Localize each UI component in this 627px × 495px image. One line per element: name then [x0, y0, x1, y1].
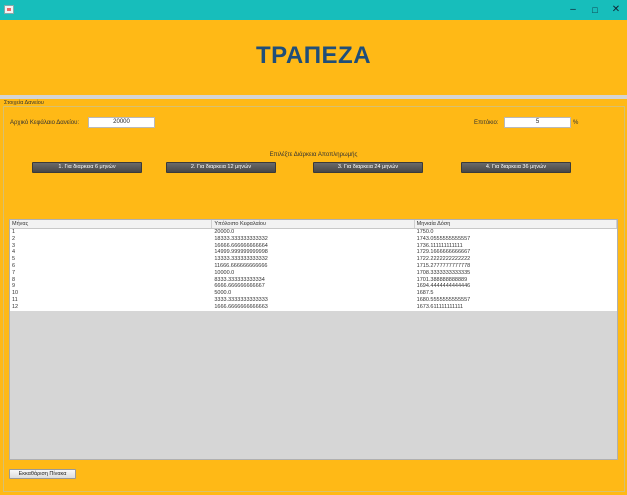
- repayment-table[interactable]: Μήνας Υπόλοιπο Κεφαλαίου Μηνιαία Δόση 12…: [9, 219, 618, 460]
- cell-month: 10: [12, 290, 19, 297]
- cell-month: 3: [12, 242, 16, 249]
- cell-month: 12: [12, 303, 19, 310]
- duration-36-button[interactable]: 4. Για διαρκεια 36 μηνών: [461, 162, 571, 173]
- window-titlebar: – □ ✕: [0, 0, 627, 20]
- panel-title: Στοιχεία Δανείου: [4, 100, 44, 106]
- cell-installment: 1673.611111111111: [416, 303, 464, 310]
- table-row[interactable]: 2 18333.333333333332 1743.0555555555557: [10, 235, 617, 243]
- table-row[interactable]: 7 10000.0 1708.3333333333335: [10, 269, 617, 277]
- cell-installment: 1722.2222222222222: [416, 256, 471, 263]
- cell-month: 11: [12, 296, 18, 303]
- cell-installment: 1743.0555555555557: [416, 235, 471, 242]
- duration-24-button[interactable]: 3. Για διαρκεια 24 μηνών: [313, 162, 423, 173]
- table-row[interactable]: 1 20000.0 1750.0: [10, 229, 617, 236]
- cell-balance: 10000.0: [214, 269, 235, 276]
- bank-title: ΤΡΑΠΕΖΑ: [255, 42, 372, 69]
- duration-12-button[interactable]: 2. Για διαρκεια 12 μηνών: [166, 162, 276, 173]
- cell-month: 1: [12, 229, 16, 235]
- rate-unit: %: [573, 120, 579, 126]
- table-row[interactable]: 12 1666.6666666666663 1673.611111111111: [10, 303, 617, 311]
- rate-label: Επιτόκιο:: [474, 120, 499, 126]
- header-panel: ΤΡΑΠΕΖΑ: [0, 20, 627, 97]
- cell-balance: 8333.333333333334: [214, 276, 265, 283]
- cell-installment: 1715.2777777777778: [416, 262, 471, 269]
- cell-balance: 14999.999999999998: [214, 249, 268, 256]
- cell-balance: 6666.666666666667: [214, 283, 265, 290]
- duration-6-button[interactable]: 1. Για διαρκεια 6 μηνών: [32, 162, 142, 173]
- app-icon: [4, 5, 14, 14]
- table-row[interactable]: 9 6666.666666666667 1694.4444444444446: [10, 283, 617, 291]
- clear-table-button[interactable]: Εκκαθάριση Πίνακα: [9, 469, 76, 479]
- column-header-installment[interactable]: Μηνιαία Δόση: [415, 220, 617, 228]
- minimize-button[interactable]: –: [566, 3, 580, 17]
- close-button[interactable]: ✕: [609, 3, 623, 17]
- rate-input[interactable]: 5: [504, 117, 571, 128]
- cell-installment: 1736.111111111111: [416, 242, 463, 249]
- table-row[interactable]: 10 5000.0 1687.5: [10, 290, 617, 297]
- cell-balance: 3333.3333333333333: [214, 296, 268, 303]
- table-row[interactable]: 5 13333.333333333332 1722.2222222222222: [10, 256, 617, 263]
- table-row[interactable]: 3 16666.666666666664 1736.111111111111: [10, 242, 617, 250]
- cell-installment: 1729.1666666666667: [416, 249, 471, 256]
- cell-month: 8: [12, 276, 16, 283]
- cell-installment: 1680.5555555555557: [416, 296, 471, 303]
- cell-month: 9: [12, 283, 16, 290]
- cell-installment: 1701.388888888889: [416, 276, 468, 283]
- capital-label: Αρχικό Κεφάλαιο Δανείου:: [10, 120, 80, 126]
- cell-balance: 16666.666666666664: [214, 242, 268, 249]
- cell-installment: 1694.4444444444446: [416, 283, 471, 290]
- table-row[interactable]: 11 3333.3333333333333 1680.5555555555557: [10, 296, 617, 304]
- cell-installment: 1687.5: [416, 290, 434, 297]
- cell-balance: 20000.0: [214, 229, 235, 235]
- cell-balance: 5000.0: [214, 290, 232, 297]
- cell-balance: 1666.6666666666663: [214, 303, 268, 310]
- table-header: Μήνας Υπόλοιπο Κεφαλαίου Μηνιαία Δόση: [10, 220, 617, 229]
- cell-installment: 1708.3333333333335: [416, 269, 471, 276]
- cell-installment: 1750.0: [416, 229, 434, 235]
- column-header-month[interactable]: Μήνας: [10, 220, 213, 228]
- table-row[interactable]: 8 8333.333333333334 1701.388888888889: [10, 276, 617, 284]
- duration-label: Επιλέξτε Διάρκεια Αποπληρωμής: [269, 152, 358, 158]
- cell-balance: 18333.333333333332: [214, 235, 268, 242]
- cell-month: 7: [12, 269, 16, 276]
- maximize-button[interactable]: □: [588, 3, 602, 17]
- cell-month: 5: [12, 256, 16, 263]
- cell-month: 2: [12, 235, 16, 242]
- capital-input[interactable]: 20000: [88, 117, 155, 128]
- column-header-balance[interactable]: Υπόλοιπο Κεφαλαίου: [212, 220, 415, 228]
- cell-balance: 11666.666666666666: [214, 262, 268, 269]
- table-row[interactable]: 4 14999.999999999998 1729.1666666666667: [10, 249, 617, 257]
- cell-month: 4: [12, 249, 16, 256]
- cell-balance: 13333.333333333332: [214, 256, 268, 263]
- table-row[interactable]: 6 11666.666666666666 1715.2777777777778: [10, 262, 617, 270]
- cell-month: 6: [12, 262, 16, 269]
